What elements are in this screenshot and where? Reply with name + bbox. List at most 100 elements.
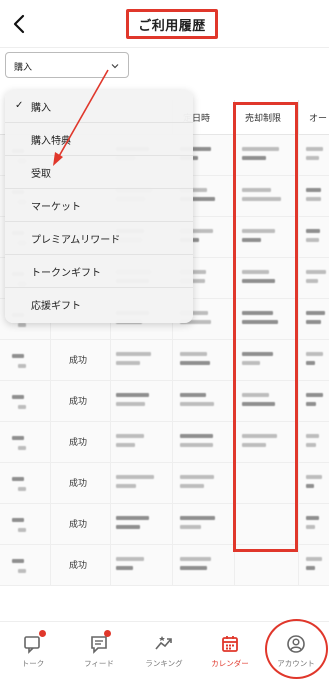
redacted-text — [306, 566, 315, 570]
redacted-text — [180, 352, 207, 356]
redacted-text — [116, 361, 140, 365]
tab-calendar[interactable]: カレンダー — [200, 622, 260, 681]
status-text: 成功 — [69, 438, 88, 448]
account-highlight-circle — [265, 619, 328, 679]
redacted-text — [306, 434, 319, 438]
filter-dropdown-menu: ✓ 購入 購入特典 受取 マーケット プレミアムリワード トークンギフト 応援ギ… — [5, 90, 193, 323]
filter-select[interactable]: 購入 — [5, 52, 129, 78]
redacted-text — [180, 443, 213, 447]
dropdown-item-market[interactable]: マーケット — [5, 189, 193, 222]
tab-label: カレンダー — [211, 659, 249, 668]
redacted-text — [180, 361, 210, 365]
dropdown-item-purchase[interactable]: ✓ 購入 — [5, 90, 193, 123]
header: ご利用履歴 — [0, 0, 329, 48]
column-header-owner: オー — [298, 100, 329, 135]
redacted-text — [306, 443, 316, 447]
redacted-text — [18, 528, 26, 532]
back-button[interactable] — [6, 10, 34, 38]
redacted-text — [180, 393, 206, 397]
checkmark-icon: ✓ — [15, 100, 24, 111]
redacted-text — [18, 405, 26, 409]
status-text: 成功 — [69, 397, 88, 407]
redacted-text — [306, 156, 319, 160]
calendar-icon — [222, 636, 238, 652]
redacted-text — [18, 487, 26, 491]
redacted-text — [12, 477, 24, 481]
dropdown-item-purchase-bonus[interactable]: 購入特典 — [5, 123, 193, 156]
redacted-text — [116, 557, 144, 561]
redacted-text — [18, 569, 26, 573]
chevron-left-icon — [13, 14, 25, 34]
chevron-down-icon — [111, 64, 119, 69]
redacted-text — [180, 434, 213, 438]
redacted-text — [116, 393, 149, 397]
status-text: 成功 — [69, 561, 88, 571]
redacted-text — [306, 197, 321, 201]
sell-limit-highlight — [233, 102, 298, 552]
redacted-text — [306, 352, 323, 356]
redacted-text — [180, 475, 214, 479]
tab-label: フィード — [84, 659, 114, 668]
redacted-text — [116, 475, 154, 479]
ranking-icon — [155, 636, 172, 650]
redacted-text — [306, 188, 321, 192]
redacted-text — [116, 566, 133, 570]
redacted-text — [306, 475, 322, 479]
dropdown-item-label: 購入特典 — [31, 135, 71, 147]
redacted-text — [306, 361, 315, 365]
status-text: 成功 — [69, 356, 88, 366]
dropdown-item-premium-reward[interactable]: プレミアムリワード — [5, 222, 193, 255]
redacted-text — [18, 364, 26, 368]
redacted-text — [12, 559, 24, 563]
redacted-text — [306, 320, 321, 324]
status-text: 成功 — [69, 520, 88, 530]
filter-selected-value: 購入 — [14, 63, 33, 73]
redacted-text — [116, 434, 144, 438]
dropdown-item-label: プレミアムリワード — [31, 234, 121, 246]
tab-feed[interactable]: フィード — [69, 622, 129, 681]
dropdown-item-label: 受取 — [31, 168, 51, 180]
redacted-text — [180, 516, 215, 520]
status-text: 成功 — [69, 479, 88, 489]
dropdown-item-support-gift[interactable]: 応援ギフト — [5, 288, 193, 321]
dropdown-item-label: トークンギフト — [31, 267, 101, 279]
redacted-text — [12, 354, 24, 358]
redacted-text — [18, 323, 26, 327]
chat-icon — [24, 636, 40, 654]
dropdown-item-label: 応援ギフト — [31, 301, 81, 312]
redacted-text — [180, 525, 201, 529]
redacted-text — [12, 518, 24, 522]
dropdown-item-label: 購入 — [31, 102, 51, 114]
redacted-text — [116, 443, 135, 447]
redacted-text — [306, 402, 316, 406]
redacted-text — [180, 566, 207, 570]
redacted-text — [116, 402, 145, 406]
redacted-text — [18, 446, 26, 450]
redacted-text — [306, 557, 322, 561]
feed-icon — [91, 636, 107, 654]
dropdown-item-received[interactable]: 受取 — [5, 156, 193, 189]
redacted-text — [306, 238, 319, 242]
redacted-text — [180, 557, 211, 561]
tab-ranking[interactable]: ランキング — [134, 622, 194, 681]
redacted-text — [116, 516, 149, 520]
redacted-text — [180, 484, 204, 488]
redacted-text — [306, 270, 326, 274]
redacted-text — [116, 525, 140, 529]
redacted-text — [306, 279, 318, 283]
redacted-text — [12, 436, 24, 440]
page-title: ご利用履歴 — [126, 9, 218, 39]
feed-badge — [104, 630, 111, 637]
redacted-text — [116, 484, 136, 488]
talk-badge — [39, 630, 46, 637]
dropdown-item-label: マーケット — [31, 201, 81, 213]
tab-label: トーク — [21, 659, 45, 668]
redacted-text — [306, 525, 315, 529]
redacted-text — [306, 147, 323, 151]
redacted-text — [116, 352, 151, 356]
redacted-text — [306, 311, 325, 315]
tab-talk[interactable]: トーク — [3, 622, 63, 681]
redacted-text — [12, 395, 24, 399]
dropdown-item-token-gift[interactable]: トークンギフト — [5, 255, 193, 288]
tab-label: ランキング — [145, 659, 183, 668]
